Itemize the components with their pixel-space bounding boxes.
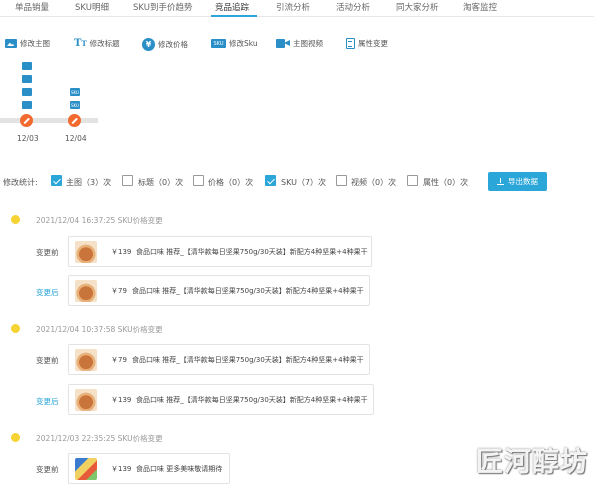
legend-modify-image: 修改主图 xyxy=(5,38,50,49)
record-dot xyxy=(11,215,20,224)
export-data-button[interactable]: 导出数据 xyxy=(488,172,547,191)
checkbox-label: 标题（0）次 xyxy=(138,178,184,187)
legend-label: 主图视频 xyxy=(293,39,323,48)
sku-icon[interactable]: SKU xyxy=(70,101,80,109)
product-card[interactable]: ￥79 食品口味 推荐_【清华款每日坚果750g/30天装】新配方4种坚果+4种… xyxy=(68,344,370,375)
image-icon[interactable] xyxy=(22,101,32,109)
image-icon xyxy=(5,39,17,48)
tab-affiliate-monitor[interactable]: 淘客监控 xyxy=(463,1,497,13)
legend-main-video: 主图视频 xyxy=(276,38,323,49)
product-title: 食品口味 推荐_【清华款每日坚果750g/30天装】新配方4种坚果+4种果干 xyxy=(136,396,368,404)
product-card[interactable]: ￥79 食品口味 推荐_【清华款每日坚果750g/30天装】新配方4种坚果+4种… xyxy=(68,275,370,306)
product-thumbnail xyxy=(75,280,97,302)
video-icon xyxy=(276,39,290,48)
tab-peer-analysis[interactable]: 同大家分析 xyxy=(396,1,439,13)
before-label: 变更前 xyxy=(36,465,59,474)
product-title: 食品口味 推荐_【清华款每日坚果750g/30天装】新配方4种坚果+4种果干 xyxy=(132,287,364,295)
watermark: 匠河醇坊 xyxy=(476,447,588,478)
product-card[interactable]: ￥139 食品口味 推荐_【清华款每日坚果750g/30天装】新配方4种坚果+4… xyxy=(68,236,372,267)
product-price: ￥79 xyxy=(111,356,127,364)
attribute-icon xyxy=(346,38,355,49)
legend-label: 修改主图 xyxy=(20,39,50,48)
tab-sku-price-trend[interactable]: SKU到手价趋势 xyxy=(133,1,192,13)
product-price: ￥79 xyxy=(111,287,127,295)
record-dot xyxy=(11,433,20,442)
legend-label: 修改Sku xyxy=(229,39,258,48)
image-icon[interactable] xyxy=(22,88,32,96)
stats-label: 修改统计: xyxy=(3,178,38,187)
tab-single-sales[interactable]: 单品销量 xyxy=(15,1,49,13)
product-card[interactable]: ￥139 食品口味 更多美味敬请期待 xyxy=(68,453,230,484)
sku-icon[interactable]: SKU xyxy=(70,88,80,96)
timeline-marker[interactable] xyxy=(20,114,33,127)
checkbox-label: 视频（0）次 xyxy=(351,178,397,187)
product-thumbnail xyxy=(75,241,97,263)
timeline-track xyxy=(0,118,98,123)
product-thumbnail xyxy=(75,458,97,480)
record-time: 2021/12/03 22:35:25 SKU价格变更 xyxy=(36,434,163,443)
checkbox-title[interactable] xyxy=(122,175,133,186)
checkbox-main-image[interactable] xyxy=(51,175,62,186)
download-icon xyxy=(497,178,504,185)
legend-attribute-change: 属性变更 xyxy=(346,38,388,49)
product-title: 食品口味 推荐_【清华款每日坚果750g/30天装】新配方4种坚果+4种果干 xyxy=(136,248,368,256)
product-title: 食品口味 推荐_【清华款每日坚果750g/30天装】新配方4种坚果+4种果干 xyxy=(132,356,364,364)
active-tab-indicator xyxy=(211,15,257,17)
tab-competitor-tracking[interactable]: 竞品追踪 xyxy=(215,1,249,13)
title-icon: TT xyxy=(74,38,87,49)
image-icon[interactable] xyxy=(22,75,32,83)
price-icon: ¥ xyxy=(142,38,155,51)
checkbox-label: 主图（3）次 xyxy=(66,178,112,187)
legend-label: 属性变更 xyxy=(358,39,388,48)
checkbox-attribute[interactable] xyxy=(407,175,418,186)
timeline-date: 12/04 xyxy=(65,134,87,143)
checkbox-label: 价格（0）次 xyxy=(208,178,254,187)
checkbox-sku[interactable] xyxy=(265,175,276,186)
product-price: ￥139 xyxy=(111,248,132,256)
legend-label: 修改标题 xyxy=(89,39,120,48)
export-label: 导出数据 xyxy=(508,177,538,186)
legend-modify-price: ¥ 修改价格 xyxy=(142,38,188,51)
tab-traffic-analysis[interactable]: 引流分析 xyxy=(276,1,310,13)
top-tab-bar: 单品销量 SKU明细 SKU到手价趋势 竞品追踪 引流分析 活动分析 同大家分析… xyxy=(0,0,594,17)
checkbox-label: 属性（0）次 xyxy=(423,178,469,187)
sku-icon: SKU xyxy=(211,39,226,48)
legend-modify-title: TT 修改标题 xyxy=(74,38,120,49)
product-thumbnail xyxy=(75,389,97,411)
checkbox-video[interactable] xyxy=(336,175,347,186)
legend-label: 修改价格 xyxy=(158,40,188,49)
before-label: 变更前 xyxy=(36,248,59,257)
record-time: 2021/12/04 10:37:58 SKU价格变更 xyxy=(36,325,163,334)
checkbox-price[interactable] xyxy=(193,175,204,186)
after-link[interactable]: 变更后 xyxy=(36,396,59,407)
checkbox-label: SKU（7）次 xyxy=(281,178,327,187)
product-price: ￥139 xyxy=(111,465,132,473)
before-label: 变更前 xyxy=(36,356,59,365)
image-icon[interactable] xyxy=(22,62,32,70)
after-link[interactable]: 变更后 xyxy=(36,287,59,298)
product-card[interactable]: ￥139 食品口味 推荐_【清华款每日坚果750g/30天装】新配方4种坚果+4… xyxy=(68,384,374,415)
product-title: 食品口味 更多美味敬请期待 xyxy=(136,465,223,473)
record-time: 2021/12/04 16:37:25 SKU价格变更 xyxy=(36,216,163,225)
record-dot xyxy=(11,324,20,333)
product-price: ￥139 xyxy=(111,396,132,404)
tab-activity-analysis[interactable]: 活动分析 xyxy=(336,1,370,13)
timeline-date: 12/03 xyxy=(17,134,39,143)
legend-modify-sku: SKU 修改Sku xyxy=(211,38,258,49)
timeline-marker[interactable] xyxy=(68,114,81,127)
product-thumbnail xyxy=(75,349,97,371)
tab-sku-detail[interactable]: SKU明细 xyxy=(75,1,109,13)
